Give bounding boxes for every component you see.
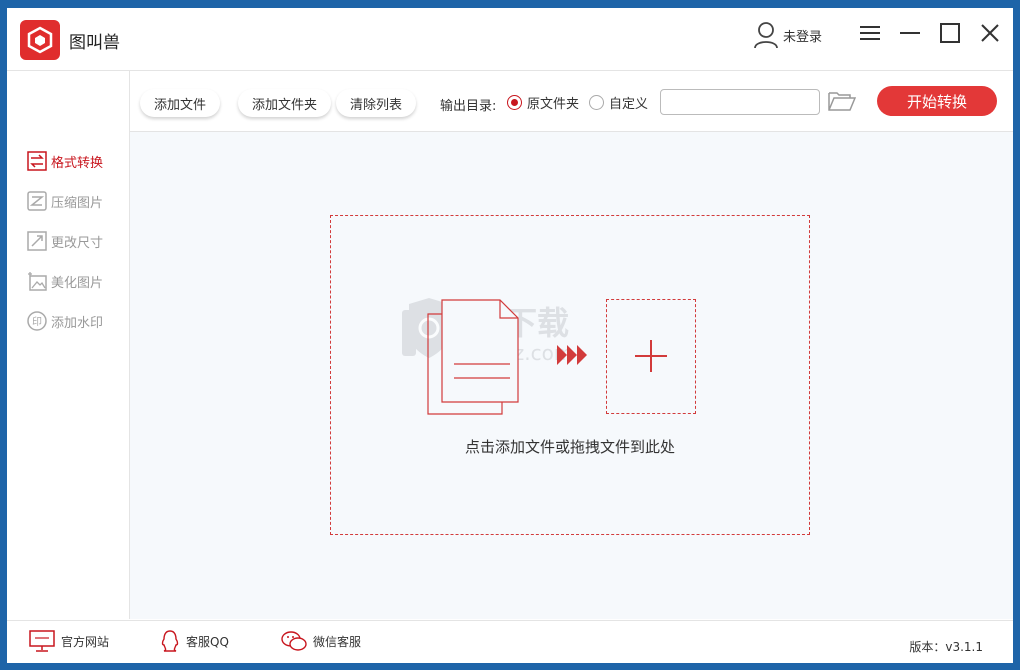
monitor-icon bbox=[29, 630, 55, 652]
beautify-icon bbox=[28, 272, 47, 291]
user-icon bbox=[754, 22, 778, 49]
official-site-label: 官方网站 bbox=[61, 634, 110, 649]
sidebar-item-beautify[interactable]: 美化图片 bbox=[27, 269, 103, 293]
output-original-radio[interactable]: 原文件夹 bbox=[507, 93, 579, 112]
wechat-service-label: 微信客服 bbox=[313, 634, 362, 649]
qq-service-label: 客服QQ bbox=[186, 634, 229, 649]
close-button[interactable] bbox=[975, 18, 1005, 48]
output-dir-label: 输出目录: bbox=[440, 99, 497, 114]
hamburger-icon bbox=[860, 26, 880, 40]
maximize-icon bbox=[940, 23, 960, 43]
compress-icon bbox=[27, 191, 47, 211]
toolbar: 添加文件 添加文件夹 清除列表 输出目录: 原文件夹 自定义 开始转换 bbox=[130, 71, 1013, 132]
radio-dot bbox=[507, 95, 522, 110]
radio-label: 自定义 bbox=[609, 97, 649, 112]
minimize-button[interactable] bbox=[895, 18, 925, 48]
sidebar-item-label: 压缩图片 bbox=[51, 195, 104, 211]
drop-hint-text: 点击添加文件或拖拽文件到此处 bbox=[464, 438, 675, 456]
maximize-button[interactable] bbox=[935, 18, 965, 48]
sidebar-item-label: 美化图片 bbox=[51, 275, 104, 291]
minimize-icon bbox=[900, 32, 920, 34]
output-path-input[interactable] bbox=[660, 89, 820, 115]
app-window: 图叫兽 未登录 格式转换 压缩图片 更改尺寸 美化图片 印 添加水印 添加文件 … bbox=[7, 8, 1013, 663]
menu-button[interactable] bbox=[855, 18, 885, 48]
radio-label: 原文件夹 bbox=[527, 97, 580, 112]
browse-folder-button[interactable] bbox=[828, 90, 857, 116]
start-convert-button[interactable]: 开始转换 bbox=[877, 86, 997, 116]
output-custom-radio[interactable]: 自定义 bbox=[589, 93, 648, 112]
radio-dot bbox=[589, 95, 604, 110]
folder-open-icon bbox=[828, 92, 857, 111]
sidebar: 格式转换 压缩图片 更改尺寸 美化图片 印 添加水印 bbox=[7, 71, 130, 619]
sidebar-item-label: 更改尺寸 bbox=[51, 235, 104, 251]
clear-list-button[interactable]: 清除列表 bbox=[336, 89, 417, 117]
document-icon bbox=[427, 299, 519, 415]
qq-service-link[interactable]: 客服QQ bbox=[160, 630, 229, 652]
sidebar-item-label: 添加水印 bbox=[51, 315, 104, 331]
arrows-right-icon bbox=[557, 345, 587, 365]
plus-icon bbox=[635, 340, 667, 372]
app-logo-icon bbox=[20, 20, 60, 60]
title-bar: 图叫兽 未登录 bbox=[7, 8, 1013, 71]
sidebar-item-format-convert[interactable]: 格式转换 bbox=[27, 149, 103, 173]
sidebar-item-label: 格式转换 bbox=[51, 155, 104, 171]
resize-icon bbox=[27, 231, 47, 251]
sidebar-item-resize[interactable]: 更改尺寸 bbox=[27, 229, 103, 253]
add-folder-button[interactable]: 添加文件夹 bbox=[238, 89, 332, 117]
sidebar-item-compress[interactable]: 压缩图片 bbox=[27, 189, 103, 213]
file-drop-zone[interactable]: 安下载 anxz.com 点击添加文件或拖拽文件到此处 bbox=[330, 215, 810, 535]
add-file-button[interactable]: 添加文件 bbox=[140, 89, 221, 117]
watermark-icon: 印 bbox=[27, 311, 47, 331]
wechat-service-link[interactable]: 微信客服 bbox=[281, 630, 361, 652]
version-label: 版本：v3.1.1 bbox=[909, 640, 983, 654]
qq-icon bbox=[161, 630, 179, 652]
sidebar-item-watermark[interactable]: 印 添加水印 bbox=[27, 309, 103, 333]
close-icon bbox=[981, 24, 999, 42]
user-status-label: 未登录 bbox=[783, 29, 823, 45]
add-placeholder-box[interactable] bbox=[606, 299, 696, 414]
footer: 官方网站 客服QQ 微信客服 版本：v3.1.1 bbox=[7, 620, 1013, 663]
wechat-icon bbox=[281, 631, 307, 651]
app-title: 图叫兽 bbox=[69, 33, 120, 53]
main-area: 安下载 anxz.com 点击添加文件或拖拽文件到此处 bbox=[130, 132, 1013, 619]
svg-text:印: 印 bbox=[32, 316, 42, 328]
login-button[interactable]: 未登录 bbox=[753, 18, 822, 52]
official-site-link[interactable]: 官方网站 bbox=[29, 630, 109, 652]
convert-icon bbox=[27, 151, 47, 171]
